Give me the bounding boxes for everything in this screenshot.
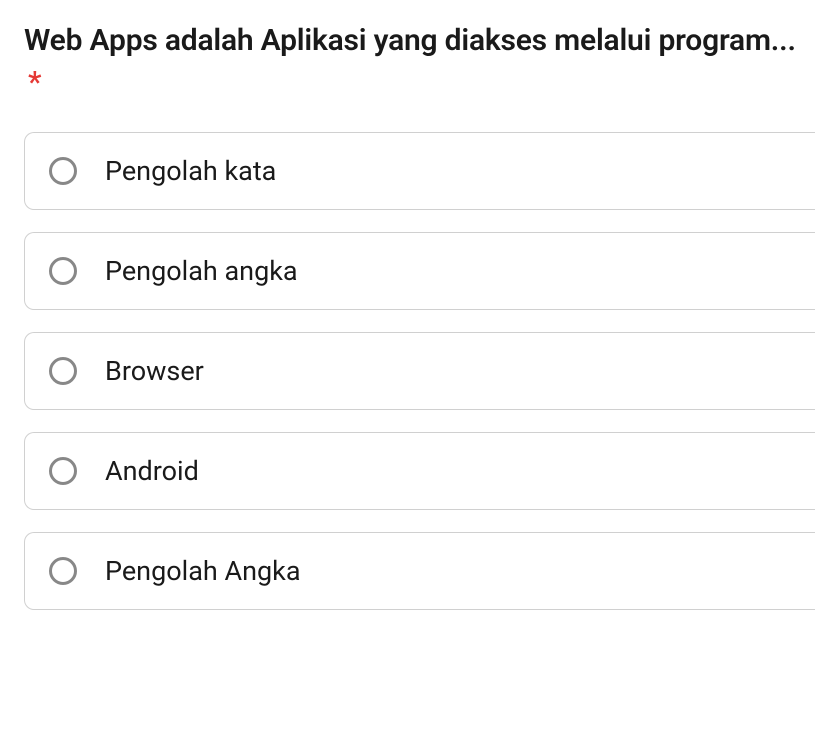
radio-option-browser[interactable]: Browser — [24, 332, 815, 410]
option-label: Android — [105, 455, 199, 487]
option-label: Pengolah Angka — [105, 555, 301, 587]
option-label: Pengolah angka — [105, 255, 298, 287]
radio-option-pengolah-angka-2[interactable]: Pengolah Angka — [24, 532, 815, 610]
radio-icon — [49, 157, 77, 185]
question-text: Web Apps adalah Aplikasi yang diakses me… — [24, 23, 796, 58]
radio-icon — [49, 257, 77, 285]
radio-option-pengolah-angka[interactable]: Pengolah angka — [24, 232, 815, 310]
option-label: Browser — [105, 355, 204, 387]
required-asterisk: * — [28, 65, 41, 100]
option-label: Pengolah kata — [105, 155, 276, 187]
radio-icon — [49, 357, 77, 385]
radio-icon — [49, 457, 77, 485]
radio-icon — [49, 557, 77, 585]
radio-option-android[interactable]: Android — [24, 432, 815, 510]
options-list: Pengolah kata Pengolah angka Browser And… — [24, 132, 815, 610]
question-title: Web Apps adalah Aplikasi yang diakses me… — [24, 20, 815, 104]
radio-option-pengolah-kata[interactable]: Pengolah kata — [24, 132, 815, 210]
